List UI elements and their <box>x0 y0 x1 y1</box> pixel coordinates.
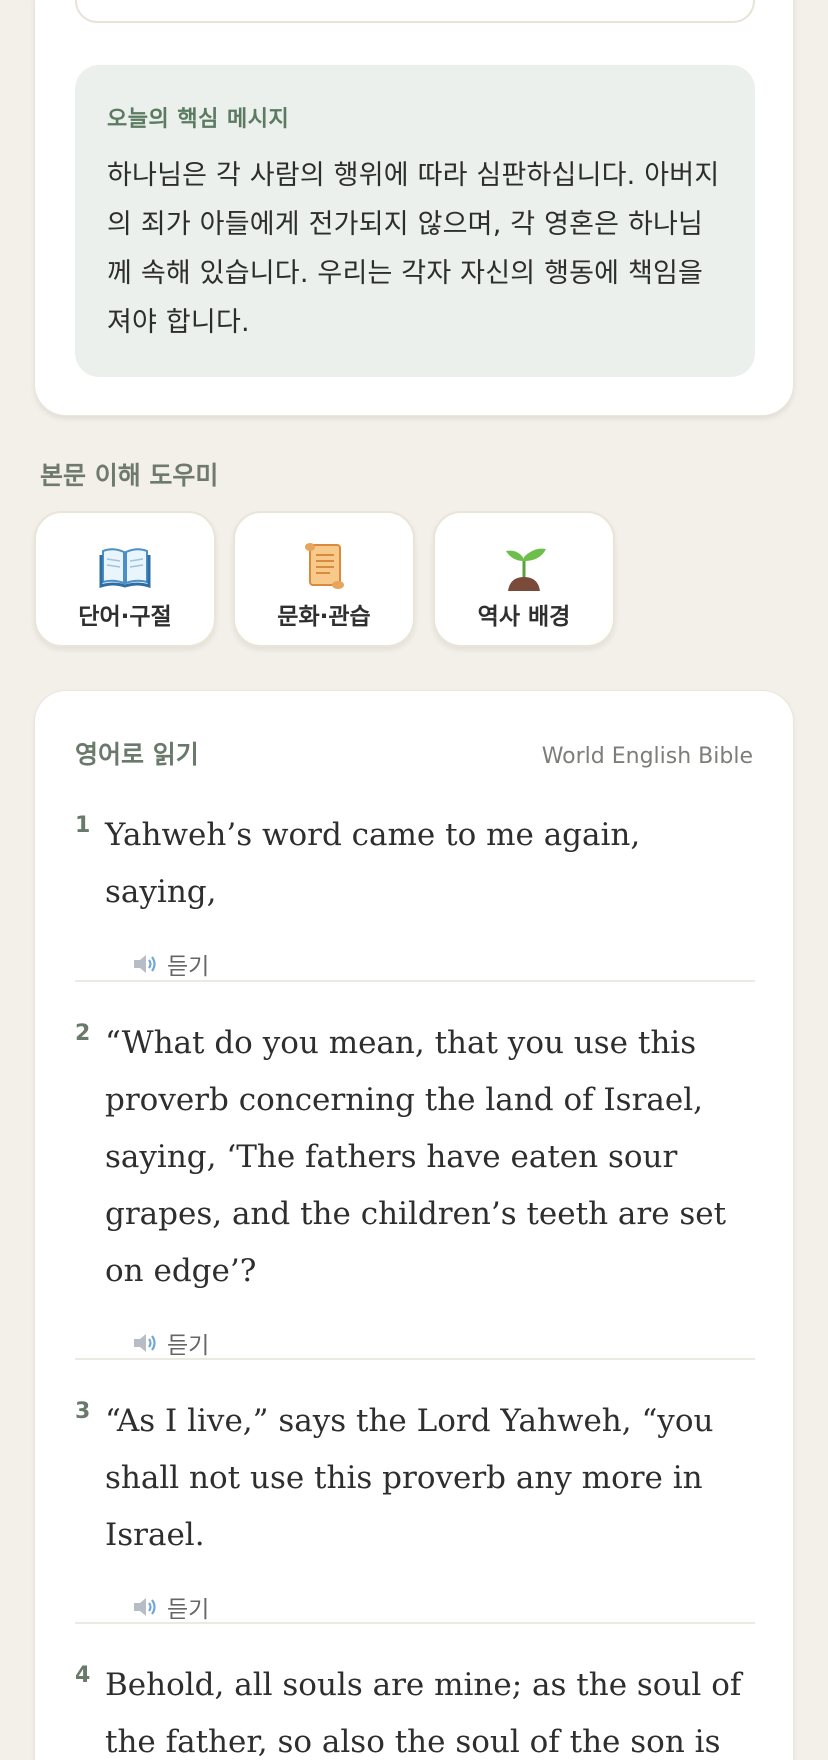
seedling-icon <box>506 548 546 591</box>
key-message-box: 오늘의 핵심 메시지 하나님은 각 사람의 행위에 따라 심판하십니다. 아버지… <box>75 65 755 377</box>
translation-source: World English Bible <box>541 744 753 769</box>
verse-number: 4 <box>75 1663 91 1688</box>
listen-button[interactable]: 듣기 <box>131 947 755 981</box>
verse-text: “As I live,” says the Lord Yahweh, “you … <box>105 1403 714 1553</box>
page: 오늘의 핵심 메시지 하나님은 각 사람의 행위에 따라 심판하십니다. 아버지… <box>0 0 828 1760</box>
reading-header: 영어로 읽기 World English Bible <box>75 735 753 771</box>
verse-divider <box>75 1622 755 1624</box>
verse-number: 2 <box>75 1021 91 1046</box>
verse-number: 1 <box>75 813 91 838</box>
helper-card-history[interactable]: 역사 배경 <box>433 511 615 647</box>
helper-card-words[interactable]: 단어·구절 <box>34 511 216 647</box>
helper-card-label: 역사 배경 <box>477 604 571 630</box>
verse-number: 3 <box>75 1399 91 1424</box>
verse-item: 2 “What do you mean, that you use this p… <box>75 1015 755 1360</box>
listen-label: 듣기 <box>167 954 210 980</box>
verse-text: Behold, all souls are mine; as the soul … <box>105 1667 742 1760</box>
speaker-icon <box>134 1598 156 1616</box>
listen-label: 듣기 <box>167 1597 210 1623</box>
english-reading-card: 영어로 읽기 World English Bible 1 Yahweh’s wo… <box>34 690 794 1760</box>
listen-button[interactable]: 듣기 <box>131 1590 755 1624</box>
reading-title: 영어로 읽기 <box>75 740 199 769</box>
helper-card-label: 단어·구절 <box>78 604 172 630</box>
verse-item: 3 “As I live,” says the Lord Yahweh, “yo… <box>75 1393 755 1624</box>
speaker-icon <box>134 955 156 973</box>
listen-button[interactable]: 듣기 <box>131 1326 755 1360</box>
listen-label: 듣기 <box>167 1333 210 1359</box>
helper-card-culture[interactable]: 문화·관습 <box>233 511 415 647</box>
verse-item: 1 Yahweh’s word came to me again, saying… <box>75 807 755 981</box>
summary-card: 오늘의 핵심 메시지 하나님은 각 사람의 행위에 따라 심판하십니다. 아버지… <box>34 0 794 416</box>
key-message-text: 하나님은 각 사람의 행위에 따라 심판하십니다. 아버지의 죄가 아들에게 전… <box>107 160 720 338</box>
scroll-icon <box>305 543 344 589</box>
verse-text: “What do you mean, that you use this pro… <box>105 1025 727 1289</box>
helper-card-label: 문화·관습 <box>277 604 371 630</box>
previous-box-edge <box>75 0 755 23</box>
key-message-title: 오늘의 핵심 메시지 <box>107 107 290 132</box>
verse-divider <box>75 980 755 982</box>
verse-text: Yahweh’s word came to me again, saying, <box>105 817 641 910</box>
open-book-icon <box>99 548 151 589</box>
helper-section-title: 본문 이해 도우미 <box>40 461 219 490</box>
speaker-icon <box>134 1334 156 1352</box>
verse-item: 4 Behold, all souls are mine; as the sou… <box>75 1657 755 1760</box>
verse-divider <box>75 1358 755 1360</box>
